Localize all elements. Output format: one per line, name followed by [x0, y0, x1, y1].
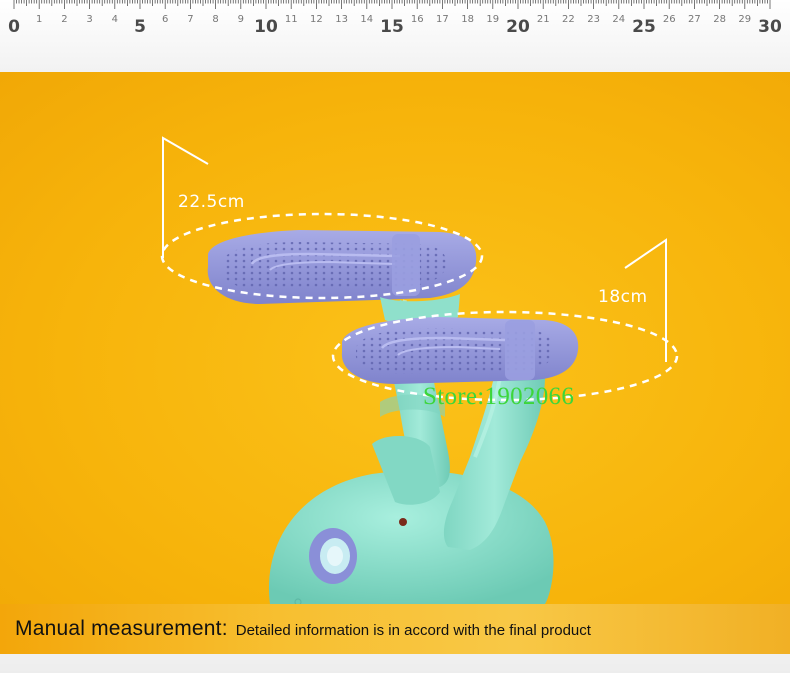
product-photo: 22.5cm 18cm	[0, 72, 790, 604]
ruler-major-label: 10	[254, 17, 278, 37]
ruler-scale: 0 5 10 15 20 25 301 2 3 4 6 7 8 9 11 12 13 14 16 17 18 19 21 22…	[8, 0, 782, 37]
caption-banner: Manual measurement: Detailed information…	[0, 604, 790, 654]
ruler-minor-label: 18	[461, 14, 474, 25]
caption-lead: Manual measurement:	[15, 617, 228, 640]
ruler-minor-label: 8	[212, 14, 218, 25]
ruler-minor-label: 4	[112, 14, 118, 25]
ruler-minor-label: 13	[335, 14, 348, 25]
ruler-major-label: 20	[506, 17, 530, 37]
back-pad-length-label: 22.5cm	[178, 192, 245, 212]
ruler-major-label: 25	[632, 17, 656, 37]
ruler-minor-label: 2	[61, 14, 67, 25]
ruler-minor-label: 19	[486, 14, 499, 25]
ruler-minor-label: 7	[187, 14, 193, 25]
ruler-minor-label: 1	[36, 14, 42, 25]
ruler-minor-label: 6	[162, 14, 168, 25]
ruler-minor-label: 9	[238, 14, 244, 25]
ruler-minor-label: 24	[612, 14, 625, 25]
store-watermark: Store:1902066	[423, 383, 575, 410]
ruler-minor-label: 3	[86, 14, 92, 25]
ruler-minor-label: 23	[587, 14, 600, 25]
ruler-minor-label: 16	[411, 14, 424, 25]
ruler-major-label: 30	[758, 17, 782, 37]
indicator-light	[399, 518, 407, 526]
ruler-major-label: 15	[380, 17, 404, 37]
ruler-minor-label: 26	[663, 14, 676, 25]
ruler-minor-label: 28	[713, 14, 726, 25]
ruler-minor-label: 27	[688, 14, 701, 25]
ruler-major-label: 0	[8, 17, 20, 37]
front-pad-length-label: 18cm	[598, 287, 648, 307]
ruler: 0 5 10 15 20 25 30 1 2 3 4 6 7 8 9 11 12 13 14 16 17 18 19 21 22…	[0, 0, 790, 73]
ruler-minor-label: 29	[738, 14, 751, 25]
ruler-minor-label: 11	[285, 14, 298, 25]
ruler-major-label: 5	[134, 17, 146, 37]
shoe-dryer-illustration	[160, 136, 679, 604]
ruler-minor-label: 12	[310, 14, 323, 25]
ruler-minor-label: 17	[436, 14, 449, 25]
ruler-minor-label: 21	[537, 14, 550, 25]
ruler-minor-label: 14	[360, 14, 373, 25]
ruler-minor-label: 22	[562, 14, 575, 25]
caption-detail: Detailed information is in accord with t…	[235, 621, 591, 639]
